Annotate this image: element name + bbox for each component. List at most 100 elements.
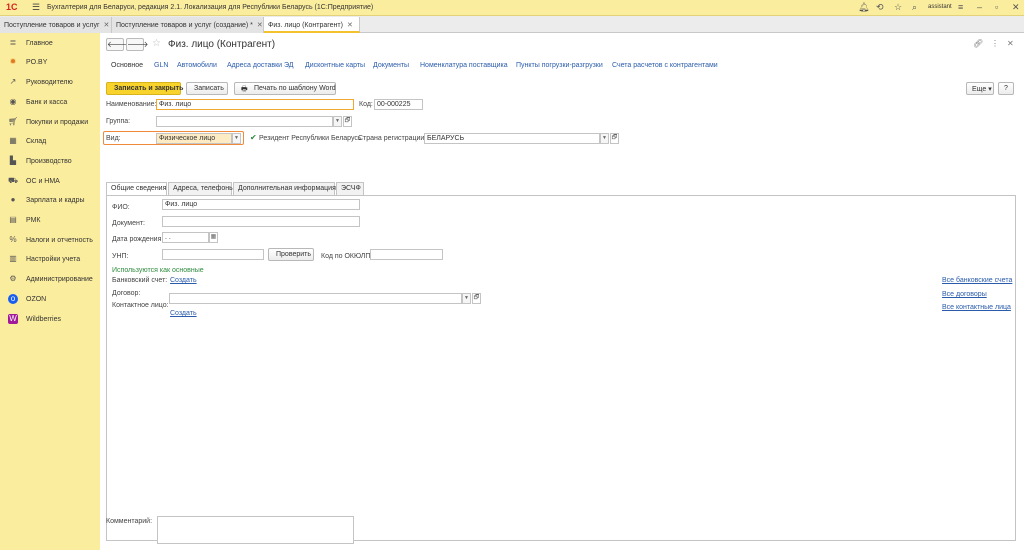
- used-as-main-heading: Используются как основные: [112, 267, 204, 274]
- sun-icon: ✹: [9, 57, 17, 66]
- favorite-star-icon[interactable]: ☆: [152, 38, 161, 49]
- app-title: Бухгалтерия для Беларуси, редакция 2.1. …: [47, 4, 374, 11]
- save-and-close-button[interactable]: Записать и закрыть: [106, 82, 183, 95]
- create-bank-account-link[interactable]: Создать: [170, 277, 197, 284]
- sidebar-item-label: Склад: [26, 138, 47, 145]
- minimize-icon[interactable]: –: [977, 2, 982, 12]
- fio-input[interactable]: Физ. лицо: [162, 199, 360, 210]
- ozon-icon: o: [8, 294, 18, 304]
- contract-open-button[interactable]: 🗗︎: [472, 293, 481, 304]
- tab-additional-info[interactable]: Дополнительная информация: [233, 182, 336, 195]
- contract-input[interactable]: [169, 293, 462, 304]
- sidebar-item-label: Покупки и продажи: [26, 119, 89, 126]
- close-tab-icon[interactable]: ✕: [104, 22, 110, 29]
- search-icon[interactable]: ⌕: [912, 2, 917, 13]
- sidebar-item-wildberries[interactable]: W Wildberries: [0, 310, 100, 330]
- sidebar-item-assets[interactable]: ⛟ ОС и НМА: [0, 172, 100, 192]
- link-icon[interactable]: 🔗︎: [973, 39, 983, 48]
- window-tab-receipt-create[interactable]: Поступление товаров и услуг (создание) *…: [112, 17, 264, 33]
- help-button[interactable]: ?: [998, 82, 1014, 95]
- tab-general-info[interactable]: Общие сведения: [106, 182, 167, 196]
- country-open-button[interactable]: 🗗︎: [610, 133, 619, 144]
- sidebar-item-salary[interactable]: ● Зарплата и кадры: [0, 191, 100, 211]
- bell-icon[interactable]: 🔔︎: [858, 2, 869, 13]
- gear-icon: ⚙: [9, 274, 17, 283]
- all-bank-accounts-link[interactable]: Все банковские счета: [942, 277, 1012, 284]
- sidebar-item-production[interactable]: ▙ Производство: [0, 152, 100, 172]
- document-input[interactable]: [162, 216, 360, 227]
- sidebar-item-ozon[interactable]: o OZON: [0, 290, 100, 310]
- user-name[interactable]: assistant: [928, 4, 952, 10]
- birth-date-input[interactable]: . .: [162, 232, 209, 243]
- back-button[interactable]: 🡐: [106, 38, 128, 51]
- main-menu-icon[interactable]: ☰: [32, 2, 40, 13]
- code-input[interactable]: 00-000225: [374, 99, 423, 110]
- sidebar-item-poby[interactable]: ✹ PO.BY: [0, 53, 100, 73]
- contact-person-label: Контактное лицо:: [112, 302, 169, 309]
- unp-input[interactable]: [162, 249, 264, 260]
- close-tab-icon[interactable]: ✕: [347, 22, 353, 29]
- close-tab-icon[interactable]: ✕: [257, 22, 263, 29]
- country-input[interactable]: БЕЛАРУСЬ: [424, 133, 600, 144]
- more-button[interactable]: Еще ▾: [966, 82, 994, 95]
- tab-esf[interactable]: ЭСЧФ: [336, 182, 364, 195]
- all-contracts-link[interactable]: Все договоры: [942, 291, 987, 298]
- book-icon: ▥: [9, 254, 17, 263]
- birth-date-label: Дата рождения:: [112, 236, 164, 243]
- tab-addresses-phones[interactable]: Адреса, телефоны: [168, 182, 234, 195]
- country-dropdown-button[interactable]: ▼: [600, 133, 609, 144]
- kind-select[interactable]: Физическое лицо: [156, 133, 232, 144]
- print-word-button[interactable]: 🖶︎ Печать по шаблону Word: [234, 82, 336, 95]
- settings-menu-icon[interactable]: ≡: [958, 2, 963, 12]
- nav-link-cars[interactable]: Автомобили: [177, 62, 217, 69]
- menu-icon: ≣: [9, 38, 17, 47]
- nav-link-ed-addresses[interactable]: Адреса доставки ЭД: [227, 62, 294, 69]
- save-button[interactable]: Записать: [186, 82, 228, 95]
- sidebar-item-rmk[interactable]: ▤ РМК: [0, 211, 100, 231]
- calendar-icon[interactable]: ▦: [209, 232, 218, 243]
- window-tab-counterparty[interactable]: Физ. лицо (Контрагент) ✕: [264, 17, 360, 33]
- sidebar-item-taxes[interactable]: % Налоги и отчетность: [0, 231, 100, 251]
- comment-textarea[interactable]: [157, 516, 354, 544]
- kind-dropdown-button[interactable]: ▼: [232, 133, 241, 144]
- sidebar-item-settings[interactable]: ▥ Настройки учета: [0, 250, 100, 270]
- check-unp-button[interactable]: Проверить: [268, 248, 314, 261]
- history-icon[interactable]: ⟲: [876, 2, 884, 13]
- sidebar-item-director[interactable]: ↗ Руководителю: [0, 73, 100, 93]
- title-bar: 1С ☰ Бухгалтерия для Беларуси, редакция …: [0, 0, 1024, 16]
- more-options-icon[interactable]: ⋮: [991, 39, 999, 48]
- name-label: Наименование:: [106, 101, 157, 108]
- close-window-icon[interactable]: ✕: [1012, 2, 1020, 13]
- close-form-icon[interactable]: ✕: [1007, 39, 1014, 48]
- group-input[interactable]: [156, 116, 333, 127]
- nav-link-documents[interactable]: Документы: [373, 62, 409, 69]
- nav-link-main[interactable]: Основное: [111, 62, 143, 69]
- sidebar-item-sales[interactable]: 🛒︎ Покупки и продажи: [0, 113, 100, 133]
- star-icon[interactable]: ☆: [894, 2, 902, 13]
- cart-icon: 🛒︎: [8, 117, 19, 126]
- sidebar-item-main[interactable]: ≣ Главное: [0, 34, 100, 54]
- all-contacts-link[interactable]: Все контактные лица: [942, 304, 1011, 311]
- group-open-button[interactable]: 🗗︎: [343, 116, 352, 127]
- contract-dropdown-button[interactable]: ▼: [462, 293, 471, 304]
- create-contact-link[interactable]: Создать: [170, 310, 197, 317]
- okpo-input[interactable]: [370, 249, 443, 260]
- nav-link-loading-points[interactable]: Пункты погрузки-разгрузки: [516, 62, 603, 69]
- register-icon: ▤: [9, 215, 17, 224]
- nav-link-discount-cards[interactable]: Дисконтные карты: [305, 62, 365, 69]
- sidebar-item-warehouse[interactable]: ▦ Склад: [0, 132, 100, 152]
- window-tab-receipt[interactable]: Поступление товаров и услуг ✕: [0, 17, 112, 33]
- forward-button[interactable]: 🡒: [126, 38, 148, 51]
- more-label: Еще: [972, 86, 987, 93]
- sidebar-item-admin[interactable]: ⚙ Администрирование: [0, 270, 100, 290]
- nav-link-gln[interactable]: GLN: [154, 62, 168, 69]
- okpo-label: Код по ОКЮЛП:: [321, 253, 373, 260]
- resident-checkbox[interactable]: ✔: [250, 134, 258, 142]
- nav-link-supplier-nomenclature[interactable]: Номенклатура поставщика: [420, 62, 508, 69]
- group-dropdown-button[interactable]: ▼: [333, 116, 342, 127]
- sidebar-item-bank[interactable]: ◉ Банк и касса: [0, 93, 100, 113]
- maximize-icon[interactable]: ▫: [995, 2, 998, 12]
- nav-link-settlement-accounts[interactable]: Счета расчетов с контрагентами: [612, 62, 718, 69]
- name-input[interactable]: Физ. лицо: [156, 99, 354, 110]
- page-title: Физ. лицо (Контрагент): [168, 39, 276, 50]
